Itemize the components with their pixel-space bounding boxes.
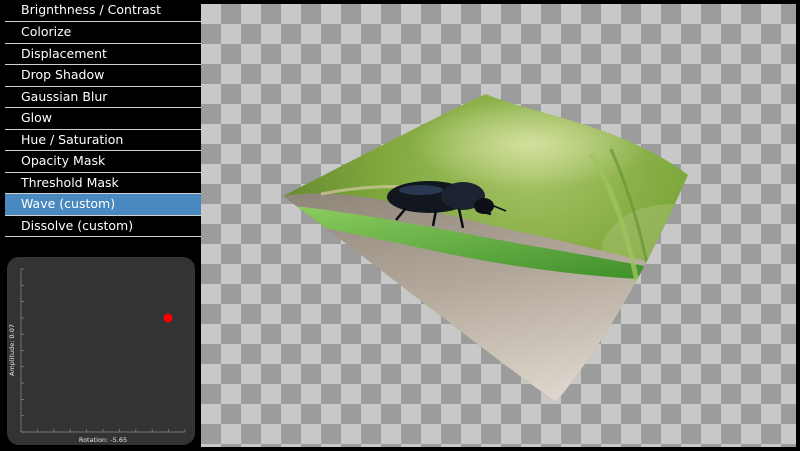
effect-item-drop-shadow[interactable]: Drop Shadow (5, 65, 201, 87)
effect-item-dissolve-custom[interactable]: Dissolve (custom) (5, 216, 201, 237)
control-pad-graph: Rotation: -5.65 Amplitude: 0.07 (8, 268, 186, 444)
effect-item-opacity-mask[interactable]: Opacity Mask (5, 151, 201, 173)
control-pad-handle[interactable] (163, 313, 173, 323)
effect-item-glow[interactable]: Glow (5, 108, 201, 130)
effect-item-threshold-mask[interactable]: Threshold Mask (5, 173, 201, 194)
parameter-control-pad[interactable]: Rotation: -5.65 Amplitude: 0.07 (7, 257, 195, 445)
app-window: Brignthness / Contrast Colorize Displace… (1, 1, 799, 449)
effect-item-wave-custom[interactable]: Wave (custom) (5, 194, 201, 216)
effects-sidebar: Brignthness / Contrast Colorize Displace… (5, 1, 201, 449)
effect-item-brightness-contrast[interactable]: Brignthness / Contrast (5, 1, 201, 22)
effect-list: Brignthness / Contrast Colorize Displace… (5, 1, 201, 237)
axis-ticks (20, 268, 186, 433)
wave-effect-image (283, 94, 688, 402)
amplitude-label: Amplitude: 0.07 (8, 324, 16, 376)
effect-item-displacement[interactable]: Displacement (5, 44, 201, 65)
effect-item-hue-saturation[interactable]: Hue / Saturation (5, 130, 201, 151)
effect-item-gaussian-blur[interactable]: Gaussian Blur (5, 87, 201, 108)
photo-content (283, 94, 688, 402)
preview-canvas (201, 4, 796, 447)
effect-item-colorize[interactable]: Colorize (5, 22, 201, 44)
rotation-label: Rotation: -5.65 (79, 436, 127, 444)
